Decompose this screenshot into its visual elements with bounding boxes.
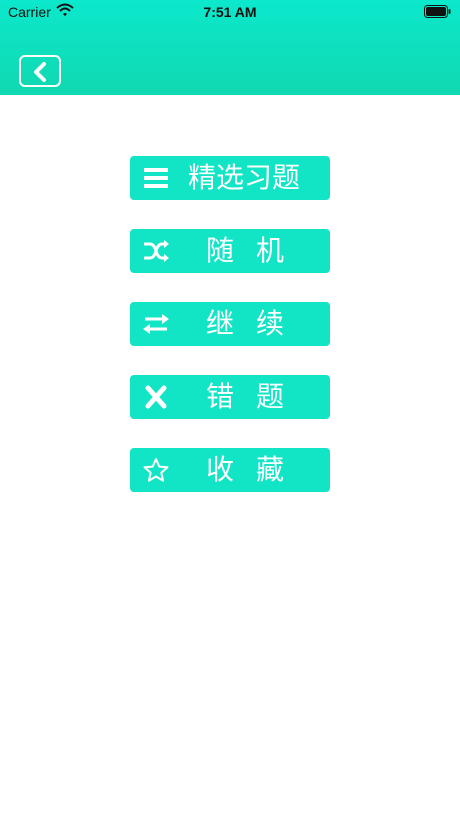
repeat-arrows-icon [143, 314, 169, 334]
status-time: 7:51 AM [203, 4, 257, 20]
back-button[interactable] [19, 55, 61, 87]
wrong-questions-label: 错题 [206, 380, 307, 413]
menu-list: 精选习题 随机 继续 错题 收藏 [130, 156, 330, 521]
shuffle-icon [144, 240, 169, 262]
battery-icon [424, 5, 451, 18]
close-x-icon [145, 385, 167, 409]
random-label: 随机 [206, 234, 307, 267]
favorites-button[interactable]: 收藏 [130, 448, 330, 492]
random-button[interactable]: 随机 [130, 229, 330, 273]
star-icon [143, 458, 169, 482]
status-bar: Carrier 7:51 AM [0, 0, 460, 24]
wrong-questions-button[interactable]: 错题 [130, 375, 330, 419]
continue-button[interactable]: 继续 [130, 302, 330, 346]
header-bar: Carrier 7:51 AM [0, 0, 460, 95]
favorites-label: 收藏 [206, 453, 307, 486]
selected-exercises-label: 精选习题 [188, 161, 301, 194]
list-icon [144, 168, 168, 188]
continue-label: 继续 [206, 307, 307, 340]
selected-exercises-button[interactable]: 精选习题 [130, 156, 330, 200]
chevron-left-icon [34, 62, 46, 82]
